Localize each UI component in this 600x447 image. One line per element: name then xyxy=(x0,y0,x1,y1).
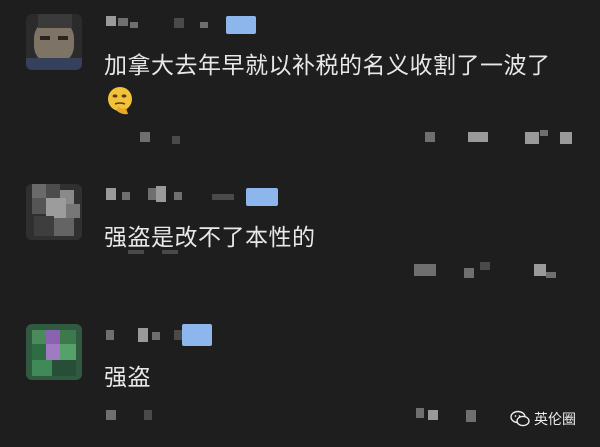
level-badge xyxy=(226,16,256,34)
comment-meta-redacted[interactable] xyxy=(128,246,188,260)
avatar[interactable] xyxy=(26,184,82,240)
avatar[interactable] xyxy=(26,324,82,380)
comment-meta-redacted[interactable] xyxy=(106,408,506,422)
wechat-icon xyxy=(510,410,530,427)
comment-text: 强盗 xyxy=(104,365,151,391)
level-badge xyxy=(246,188,278,206)
comment-text: 加拿大去年早就以补税的名义收割了一波了 xyxy=(104,53,551,79)
comment-2: 强盗是改不了本性的 xyxy=(0,180,600,300)
comment-meta-redacted[interactable] xyxy=(140,130,580,144)
watermark: 英伦圈 xyxy=(510,408,576,430)
thinking-face-emoji xyxy=(108,87,132,115)
reply-meta-redacted[interactable] xyxy=(414,262,584,278)
avatar[interactable] xyxy=(26,14,82,70)
watermark-label: 英伦圈 xyxy=(534,412,576,428)
level-badge xyxy=(182,324,212,346)
comment-1: 加拿大去年早就以补税的名义收割了一波了 xyxy=(0,0,600,160)
